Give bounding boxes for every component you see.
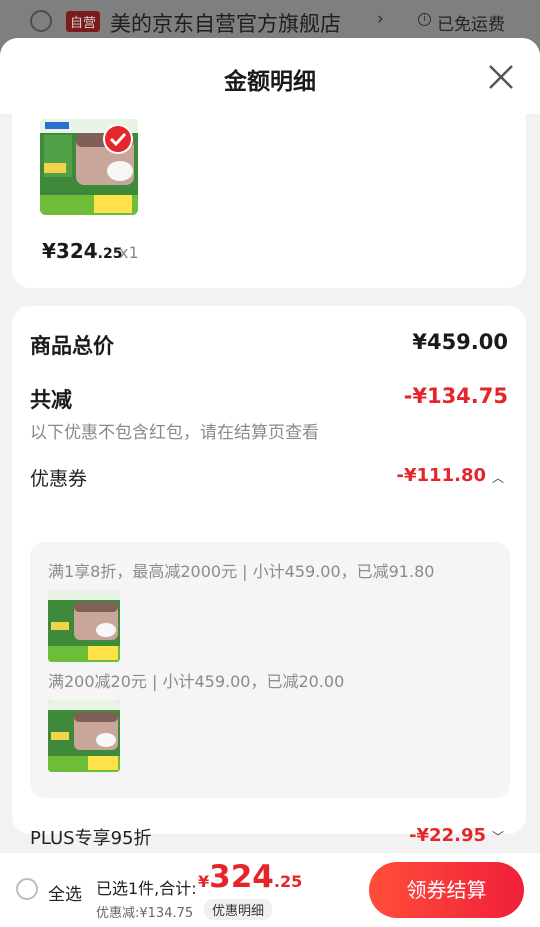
chevron-up-icon[interactable]: ︿ xyxy=(492,469,504,486)
coupon-details-box: 满1享8折，最高减2000元 | 小计459.00，已减91.80 满200减2… xyxy=(30,542,510,798)
product-card: ¥324.25 x1 xyxy=(12,113,526,288)
store-name[interactable]: 美的京东自营官方旗舰店 xyxy=(110,8,341,38)
coupon-label[interactable]: 优惠券 xyxy=(30,464,87,491)
total-price-decimal: .25 xyxy=(273,872,303,891)
coupon-item-2-text: 满200减20元 | 小计459.00，已减20.00 xyxy=(48,672,345,691)
sheet-title: 金额明细 xyxy=(224,69,316,95)
close-icon[interactable] xyxy=(484,60,518,94)
coupon-item-1-text: 满1享8折，最高减2000元 | 小计459.00，已减91.80 xyxy=(48,562,435,581)
plus-discount-value[interactable]: -¥22.95 xyxy=(409,825,486,846)
checkout-bar: 全选 已选1件,合计: ¥324.25 优惠减:¥134.75 优惠明细 领券结… xyxy=(0,853,540,927)
amount-detail-sheet: 金额明细 ¥324.25 x1 商品总价 ¥459.00 共减 -¥134.75… xyxy=(0,38,540,927)
coupon-item-2-product-thumbnail xyxy=(48,700,120,772)
self-operated-badge: 自营 xyxy=(66,11,101,32)
checkout-button[interactable]: 领券结算 xyxy=(369,862,524,918)
total-price: ¥324.25 xyxy=(198,859,302,895)
total-reduce-value: -¥134.75 xyxy=(403,384,508,408)
select-all-radio[interactable] xyxy=(16,878,38,900)
rice-cooker-product-image[interactable] xyxy=(40,119,138,215)
product-quantity: x1 xyxy=(119,243,139,262)
price-summary-card: 商品总价 ¥459.00 共减 -¥134.75 以下优惠不包含红包，请在结算页… xyxy=(12,306,526,849)
total-price-label: 商品总价 xyxy=(30,334,114,358)
chevron-down-icon[interactable]: ﹀ xyxy=(492,828,504,845)
product-price-main: ¥324 xyxy=(42,239,98,263)
total-reduce-label: 共减 xyxy=(30,388,72,412)
coupon-value[interactable]: -¥111.80 xyxy=(397,465,486,486)
total-price-value: ¥459.00 xyxy=(412,330,508,354)
discount-detail-button[interactable]: 优惠明细 xyxy=(204,899,273,920)
info-icon[interactable]: i xyxy=(418,13,431,26)
store-select-radio[interactable] xyxy=(30,10,52,32)
selected-summary-label: 已选1件,合计: xyxy=(96,879,197,898)
chevron-right-icon: › xyxy=(377,9,384,29)
shipping-status: 已免运费 xyxy=(437,15,505,35)
total-price-integer: 324 xyxy=(209,859,274,895)
plus-discount-label[interactable]: PLUS专享95折 xyxy=(30,824,152,850)
product-price: ¥324.25 xyxy=(42,239,122,263)
reduce-note: 以下优惠不包含红包，请在结算页查看 xyxy=(30,423,319,443)
sheet-header: 金额明细 xyxy=(0,38,540,114)
select-all-label[interactable]: 全选 xyxy=(48,880,82,905)
coupon-item-1-product-thumbnail xyxy=(48,590,120,662)
discount-amount: 优惠减:¥134.75 xyxy=(96,906,194,921)
total-price-currency: ¥ xyxy=(198,872,210,891)
